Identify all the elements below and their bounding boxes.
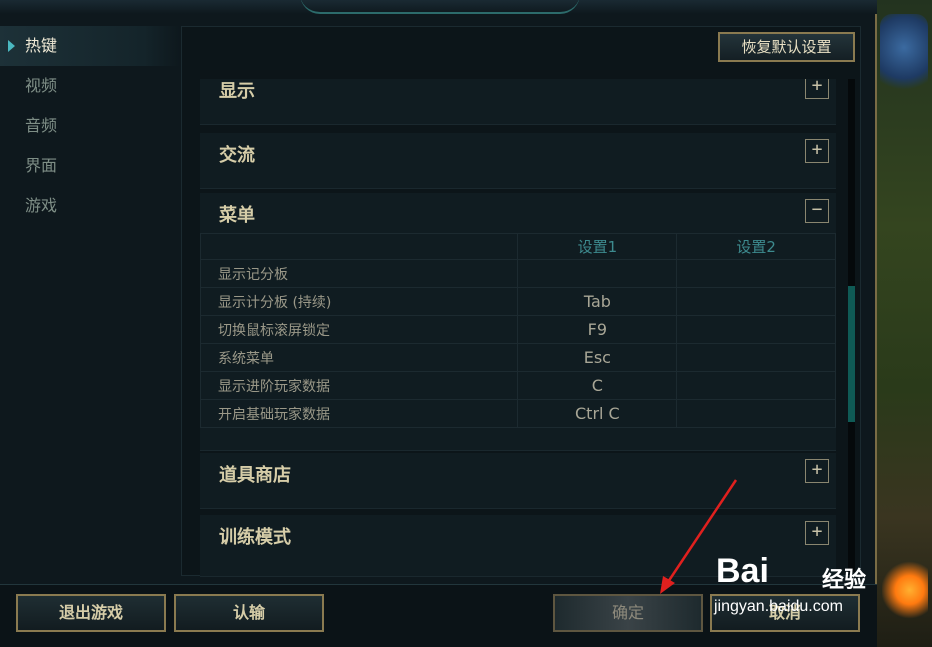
action-name: 系统菜单: [200, 343, 519, 372]
section-item-shop: 道具商店 +: [200, 453, 836, 509]
sidebar-item-hotkeys[interactable]: 热键: [0, 26, 180, 66]
menu-keybind-table: 设置1 设置2 显示记分板 显示计分板 (持续) Tab 切换鼠标滚屏锁定 F9: [200, 233, 836, 428]
keybind-slot-2[interactable]: [676, 343, 836, 372]
keybind-slot-1[interactable]: Ctrl C: [517, 399, 678, 428]
keybind-slot-1[interactable]: C: [517, 371, 678, 400]
sidebar-item-label: 音频: [25, 116, 58, 135]
keybind-slot-2[interactable]: [676, 399, 836, 428]
watermark-url: jingyan.baidu.com: [714, 598, 843, 615]
table-row: 系统菜单 Esc: [200, 343, 836, 372]
expand-icon[interactable]: +: [805, 79, 829, 99]
table-row: 切换鼠标滚屏锁定 F9: [200, 315, 836, 344]
table-row: 开启基础玩家数据 Ctrl C: [200, 399, 836, 428]
column-header-setting1: 设置1: [517, 233, 678, 260]
section-communication: 交流 +: [200, 133, 836, 189]
sidebar-item-interface[interactable]: 界面: [0, 146, 180, 186]
game-background: [876, 0, 932, 647]
action-name: 切换鼠标滚屏锁定: [200, 315, 519, 344]
section-title: 菜单: [219, 205, 255, 226]
sidebar-item-game[interactable]: 游戏: [0, 186, 180, 226]
section-display: 显示 +: [200, 79, 836, 125]
section-title: 道具商店: [219, 465, 291, 486]
title-ornament: [300, 0, 580, 14]
table-header-row: 设置1 设置2: [200, 233, 836, 260]
action-name: 显示计分板 (持续): [200, 287, 519, 316]
sidebar: 热键 视频 音频 界面 游戏: [0, 26, 180, 586]
table-row: 显示计分板 (持续) Tab: [200, 287, 836, 316]
title-strip: [0, 0, 877, 14]
sidebar-item-label: 热键: [25, 36, 58, 55]
quit-game-button[interactable]: 退出游戏: [16, 594, 166, 632]
sidebar-item-label: 游戏: [25, 196, 58, 215]
fire-effect: [882, 560, 928, 620]
hotkeys-panel: 恢复默认设置 显示 + 交流 + 菜单 − 设置1 设置2 显示记分板 显示计分…: [181, 26, 861, 577]
keybind-slot-1[interactable]: [517, 259, 678, 288]
scrollbar-thumb[interactable]: [848, 286, 855, 422]
column-header-action: [200, 233, 519, 260]
section-title: 交流: [219, 145, 255, 166]
watermark-brand-cn: 经验: [822, 568, 867, 593]
sidebar-item-video[interactable]: 视频: [0, 66, 180, 106]
confirm-button[interactable]: 确定: [553, 594, 703, 632]
keybind-slot-1[interactable]: F9: [517, 315, 678, 344]
active-arrow-icon: [8, 40, 15, 52]
keybind-slot-2[interactable]: [676, 287, 836, 316]
sidebar-item-label: 视频: [25, 76, 58, 95]
keybind-slot-2[interactable]: [676, 315, 836, 344]
collapse-icon[interactable]: −: [805, 199, 829, 223]
scrollbar[interactable]: [848, 79, 855, 572]
sidebar-item-audio[interactable]: 音频: [0, 106, 180, 146]
column-header-setting2: 设置2: [676, 233, 836, 260]
action-name: 显示记分板: [200, 259, 519, 288]
hotkey-list[interactable]: 显示 + 交流 + 菜单 − 设置1 设置2 显示记分板 显示计分板 (持续) …: [200, 79, 836, 577]
keybind-slot-1[interactable]: Esc: [517, 343, 678, 372]
keybind-slot-2[interactable]: [676, 259, 836, 288]
expand-icon[interactable]: +: [805, 139, 829, 163]
section-title: 训练模式: [219, 527, 291, 548]
section-title: 显示: [219, 81, 255, 102]
baidu-watermark: Bai 经验 jingyan.baidu.com: [712, 548, 882, 628]
surrender-button[interactable]: 认输: [174, 594, 324, 632]
keybind-slot-2[interactable]: [676, 371, 836, 400]
action-name: 显示进阶玩家数据: [200, 371, 519, 400]
keybind-slot-1[interactable]: Tab: [517, 287, 678, 316]
table-row: 显示记分板: [200, 259, 836, 288]
action-name: 开启基础玩家数据: [200, 399, 519, 428]
expand-icon[interactable]: +: [805, 521, 829, 545]
sidebar-item-label: 界面: [25, 156, 58, 175]
watermark-brand: Bai: [716, 552, 769, 590]
table-row: 显示进阶玩家数据 C: [200, 371, 836, 400]
champion-sprite: [880, 14, 928, 98]
restore-defaults-button[interactable]: 恢复默认设置: [718, 32, 855, 62]
expand-icon[interactable]: +: [805, 459, 829, 483]
